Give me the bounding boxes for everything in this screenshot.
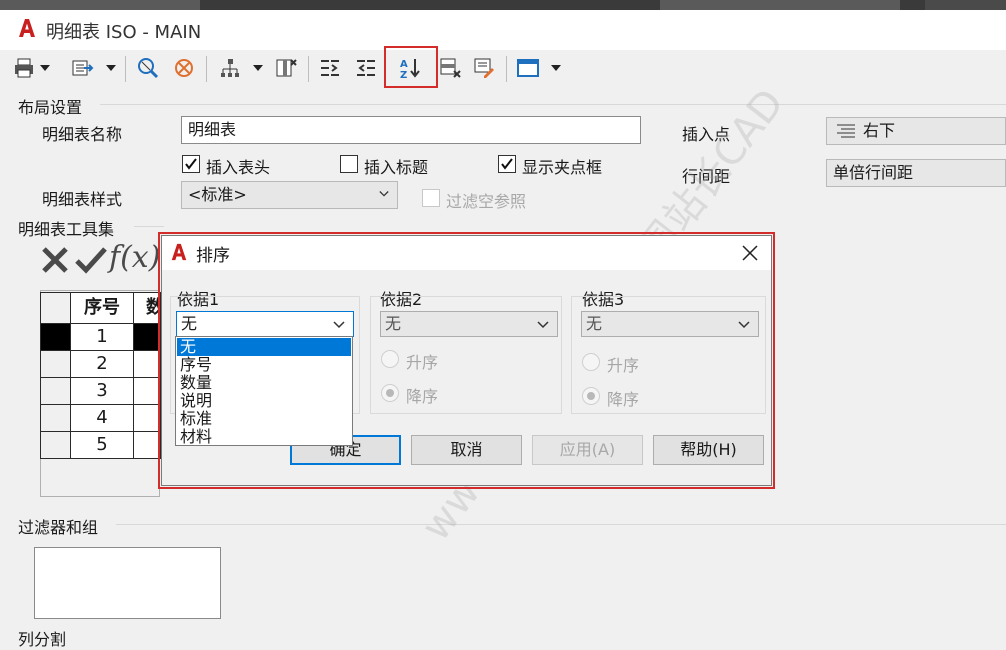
app-logo-icon — [171, 243, 187, 261]
help-button[interactable]: 帮助(H) — [653, 435, 764, 465]
table-cell-selected[interactable] — [133, 323, 161, 351]
style-select[interactable]: <标准> — [181, 181, 398, 209]
show-frame-label: 显示夹点框 — [522, 158, 603, 177]
checkmark-icon — [501, 158, 513, 170]
chevron-down-icon — [333, 321, 345, 329]
dropdown-option[interactable]: 材料 — [177, 428, 351, 446]
insert-title-label: 插入标题 — [364, 158, 429, 177]
filter-empty-checkbox[interactable] — [422, 189, 440, 207]
dropdown-option[interactable]: 序号 — [177, 356, 351, 374]
row-selector[interactable] — [40, 431, 71, 459]
cancel-button[interactable]: 取消 — [411, 435, 522, 465]
sort-key3-asc-radio[interactable] — [582, 353, 600, 371]
chevron-down-icon[interactable] — [551, 64, 561, 72]
row-selector[interactable] — [40, 377, 71, 405]
close-icon[interactable] — [739, 242, 761, 264]
sort-key2-desc-label: 降序 — [406, 387, 439, 406]
apply-button[interactable]: 应用(A) — [532, 435, 643, 465]
table-cell[interactable] — [133, 404, 161, 432]
sort-key3-desc-radio[interactable] — [582, 387, 600, 405]
align-bottom-right-icon — [837, 124, 855, 138]
structure-icon[interactable] — [216, 54, 244, 82]
os-taskbar-strip — [0, 0, 1006, 10]
dropdown-option[interactable]: 数量 — [177, 374, 351, 392]
chevron-down-icon[interactable] — [253, 64, 263, 72]
insert-header-checkbox[interactable] — [182, 155, 200, 173]
filter-empty-label: 过滤空参照 — [446, 192, 527, 211]
show-frame-checkbox[interactable] — [498, 155, 516, 173]
layout-section-title: 布局设置 — [18, 98, 83, 117]
formula-icon[interactable]: f(x) — [109, 240, 160, 275]
sort-key2-desc-radio[interactable] — [381, 384, 399, 402]
edit-note-icon[interactable] — [470, 54, 498, 82]
chevron-down-icon — [537, 321, 549, 329]
split-section-title: 列分割 — [18, 630, 67, 649]
sort-key2-asc-radio[interactable] — [381, 350, 399, 368]
table-cell[interactable] — [133, 431, 161, 459]
outdent-icon[interactable] — [352, 54, 380, 82]
sort-key1-value: 无 — [181, 314, 198, 333]
insert-point-select[interactable]: 右下 — [826, 117, 1006, 145]
sort-key2-select[interactable]: 无 — [380, 311, 558, 337]
confirm-icon[interactable] — [74, 245, 108, 275]
dropdown-option[interactable]: 说明 — [177, 392, 351, 410]
table-row-number[interactable]: 4 — [70, 404, 134, 432]
table-row-number[interactable]: 1 — [70, 323, 134, 351]
app-logo-icon — [19, 19, 35, 37]
delete-row-icon[interactable] — [436, 54, 464, 82]
window-layout-icon[interactable] — [514, 54, 542, 82]
grid-header-cell[interactable]: 数 — [133, 292, 161, 324]
sort-key3-value: 无 — [586, 314, 603, 333]
table-cell[interactable] — [133, 350, 161, 378]
checkmark-icon — [185, 158, 197, 170]
table-row-number[interactable]: 2 — [70, 350, 134, 378]
formula-text: f(x) — [109, 240, 161, 275]
sort-key1-dropdown-list: 无 序号 数量 说明 标准 材料 — [175, 336, 353, 446]
dropdown-option[interactable]: 无 — [177, 338, 351, 356]
chevron-down-icon — [738, 321, 750, 329]
main-toolbar: AZ — [0, 50, 1006, 90]
print-icon[interactable] — [10, 54, 38, 82]
chevron-down-icon[interactable] — [40, 64, 50, 72]
window-titlebar: 明细表 ISO - MAIN — [0, 10, 1006, 50]
name-label: 明细表名称 — [42, 125, 123, 144]
style-label: 明细表样式 — [42, 190, 123, 209]
insert-title-checkbox[interactable] — [340, 155, 358, 173]
dropdown-option[interactable]: 标准 — [177, 410, 351, 428]
dialog-title: 排序 — [196, 246, 230, 266]
row-spacing-select[interactable]: 单倍行间距 — [826, 159, 1006, 187]
style-value: <标准> — [188, 185, 247, 204]
cancel-icon[interactable] — [40, 245, 70, 275]
table-cell[interactable] — [133, 377, 161, 405]
delete-column-icon[interactable] — [272, 54, 300, 82]
insert-point-value: 右下 — [863, 121, 896, 140]
chevron-down-icon[interactable] — [106, 64, 116, 72]
filter-section-title: 过滤器和组 — [18, 518, 99, 537]
sort-key2-value: 无 — [385, 314, 402, 333]
tools-section-title: 明细表工具集 — [18, 220, 115, 239]
sort-key3-desc-label: 降序 — [607, 390, 640, 409]
dialog-titlebar: 排序 — [162, 236, 771, 270]
sort-key3-asc-label: 升序 — [607, 356, 640, 375]
row-selector[interactable] — [40, 350, 71, 378]
sort-key3-select[interactable]: 无 — [581, 311, 759, 337]
zoom-off-icon[interactable] — [170, 54, 198, 82]
insert-header-label: 插入表头 — [206, 158, 271, 177]
row-selector[interactable] — [40, 404, 71, 432]
window-title: 明细表 ISO - MAIN — [46, 22, 202, 43]
chevron-down-icon — [379, 191, 389, 197]
table-row-number[interactable]: 5 — [70, 431, 134, 459]
table-row-number[interactable]: 3 — [70, 377, 134, 405]
indent-icon[interactable] — [316, 54, 344, 82]
sort-key1-select[interactable]: 无 — [176, 311, 354, 337]
row-selector-selected[interactable] — [40, 323, 71, 351]
filter-list[interactable] — [34, 547, 221, 619]
sort-key2-asc-label: 升序 — [406, 353, 439, 372]
name-input[interactable]: 明细表 — [181, 116, 641, 144]
sort-button-highlight — [384, 46, 438, 88]
export-icon[interactable] — [68, 54, 96, 82]
zoom-extents-icon[interactable] — [134, 54, 162, 82]
grid-corner-cell[interactable] — [40, 292, 71, 324]
grid-header-cell[interactable]: 序号 — [70, 292, 134, 324]
